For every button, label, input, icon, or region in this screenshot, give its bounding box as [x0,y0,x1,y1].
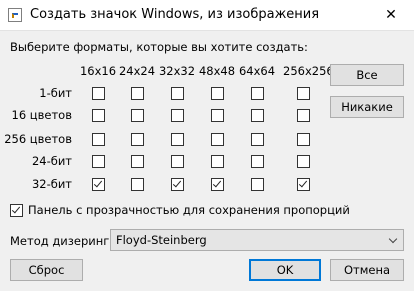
app-icon [8,8,22,22]
format-checkbox[interactable] [211,109,224,122]
format-checkbox[interactable] [171,109,184,122]
transparency-label: Панель с прозрачностью для сохранения пр… [28,203,350,217]
ok-button[interactable]: OK [249,259,321,281]
column-header: 16x16 [79,64,117,78]
window-title: Создать значок Windows, из изображения [30,7,320,22]
column-header: 48x48 [198,64,236,78]
format-checkbox[interactable] [251,87,264,100]
format-checkbox[interactable] [131,178,144,191]
format-checkbox[interactable] [171,178,184,191]
dithering-label: Метод дизеринга: [10,234,121,248]
column-header: 32x32 [158,64,196,78]
format-checkbox[interactable] [171,87,184,100]
format-checkbox[interactable] [211,133,224,146]
row-label: 32-бит [31,177,72,191]
format-checkbox[interactable] [171,133,184,146]
format-checkbox[interactable] [297,109,310,122]
column-header: 256x256 [283,64,334,78]
cancel-button[interactable]: Отмена [330,259,404,281]
row-label: 24-бит [31,154,72,168]
select-none-button[interactable]: Никакие [330,96,404,118]
format-checkbox[interactable] [131,155,144,168]
reset-button[interactable]: Сброс [10,259,83,281]
format-checkbox[interactable] [211,178,224,191]
format-checkbox[interactable] [297,133,310,146]
format-checkbox[interactable] [131,87,144,100]
format-checkbox[interactable] [211,87,224,100]
select-all-button[interactable]: Все [330,64,404,86]
format-checkbox[interactable] [92,155,105,168]
format-checkbox[interactable] [171,155,184,168]
format-checkbox[interactable] [92,87,105,100]
format-checkbox[interactable] [131,133,144,146]
close-icon[interactable]: ✕ [368,0,414,30]
formats-prompt: Выберите форматы, которые вы хотите созд… [10,40,308,54]
format-checkbox[interactable] [251,155,264,168]
chevron-down-icon [388,234,398,244]
dithering-value: Floyd-Steinberg [116,233,207,247]
format-checkbox[interactable] [211,155,224,168]
title-bar: Создать значок Windows, из изображения ✕ [0,0,414,31]
dithering-select[interactable]: Floyd-Steinberg [110,229,404,251]
format-checkbox[interactable] [297,87,310,100]
format-checkbox[interactable] [92,178,105,191]
format-checkbox[interactable] [251,133,264,146]
column-header: 24x24 [118,64,156,78]
format-checkbox[interactable] [131,109,144,122]
row-label: 16 цветов [11,108,72,122]
format-checkbox[interactable] [92,133,105,146]
format-checkbox[interactable] [297,155,310,168]
transparency-checkbox[interactable] [10,204,23,217]
column-header: 64x64 [238,64,276,78]
row-label: 1-бит [39,86,72,100]
format-checkbox[interactable] [297,178,310,191]
format-checkbox[interactable] [251,178,264,191]
format-checkbox[interactable] [251,109,264,122]
row-label: 256 цветов [4,132,72,146]
format-checkbox[interactable] [92,109,105,122]
